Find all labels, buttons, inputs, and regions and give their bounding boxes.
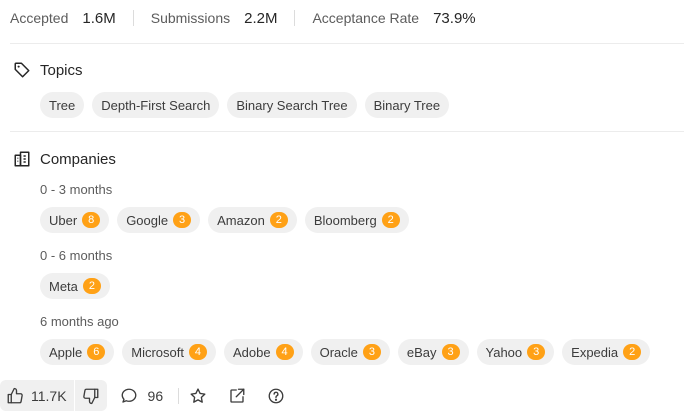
company-name: Oracle bbox=[319, 344, 358, 360]
stat-value: 2.2M bbox=[244, 9, 278, 27]
frequency-badge: 3 bbox=[527, 344, 546, 360]
star-icon bbox=[189, 387, 207, 405]
company-name: Amazon bbox=[217, 212, 265, 228]
company-name: Google bbox=[126, 212, 169, 228]
section-divider bbox=[10, 131, 684, 132]
section-divider bbox=[10, 43, 684, 44]
share-button[interactable] bbox=[228, 387, 246, 405]
topic-tag[interactable]: Binary Search Tree bbox=[227, 92, 357, 118]
companies-header[interactable]: Companies bbox=[12, 149, 116, 169]
frequency-badge: 4 bbox=[188, 344, 207, 360]
company-tag[interactable]: Amazon 2 bbox=[208, 207, 297, 233]
company-name: Apple bbox=[49, 344, 83, 360]
company-name: Uber bbox=[49, 212, 78, 228]
company-tag[interactable]: Meta 2 bbox=[40, 273, 110, 299]
tag-icon bbox=[12, 60, 32, 80]
frequency-badge: 6 bbox=[87, 344, 106, 360]
stat-accepted: Accepted 1.6M bbox=[10, 10, 116, 27]
company-name: Microsoft bbox=[131, 344, 184, 360]
frequency-badge: 2 bbox=[381, 212, 400, 228]
vote-group: 11.7K bbox=[0, 380, 107, 411]
comment-icon bbox=[120, 387, 138, 405]
company-tag[interactable]: Yahoo 3 bbox=[476, 339, 555, 365]
company-name: Bloomberg bbox=[313, 212, 377, 228]
divider bbox=[132, 10, 134, 26]
stat-label: Accepted bbox=[10, 10, 69, 26]
stat-label: Acceptance Rate bbox=[312, 10, 420, 26]
frequency-badge: 8 bbox=[82, 212, 101, 228]
topic-tags: Tree Depth-First Search Binary Search Tr… bbox=[40, 92, 457, 118]
period-label: 0 - 6 months bbox=[40, 248, 113, 263]
frequency-badge: 3 bbox=[173, 212, 192, 228]
topics-header[interactable]: Topics bbox=[12, 60, 83, 80]
company-tag[interactable]: Oracle 3 bbox=[310, 339, 390, 365]
frequency-badge: 2 bbox=[269, 212, 288, 228]
share-icon bbox=[228, 387, 246, 405]
company-name: Adobe bbox=[232, 344, 271, 360]
company-tags: Apple 6 Microsoft 4 Adobe 4 Oracle 3 eBay 3 Y… bbox=[40, 339, 658, 365]
company-tags: Meta 2 bbox=[40, 273, 118, 299]
help-button[interactable] bbox=[267, 387, 285, 405]
company-name: Yahoo bbox=[485, 344, 523, 360]
frequency-badge: 4 bbox=[275, 344, 294, 360]
company-tag[interactable]: Bloomberg 2 bbox=[304, 207, 409, 233]
stat-label: Submissions bbox=[150, 10, 231, 26]
period-label: 0 - 3 months bbox=[40, 182, 113, 197]
frequency-badge: 2 bbox=[82, 278, 101, 294]
divider bbox=[294, 10, 296, 26]
company-tag[interactable]: Microsoft 4 bbox=[122, 339, 216, 365]
period-label: 6 months ago bbox=[40, 314, 119, 329]
frequency-badge: 3 bbox=[441, 344, 460, 360]
company-tag[interactable]: Adobe 4 bbox=[223, 339, 303, 365]
topic-tag[interactable]: Depth-First Search bbox=[92, 92, 220, 118]
downvote-button[interactable] bbox=[75, 380, 107, 411]
problem-info-panel: Accepted 1.6M Submissions 2.2M Acceptanc… bbox=[0, 0, 684, 411]
company-name: Meta bbox=[49, 278, 78, 294]
frequency-badge: 3 bbox=[362, 344, 381, 360]
company-tag[interactable]: Apple 6 bbox=[40, 339, 115, 365]
stat-value: 1.6M bbox=[82, 9, 116, 27]
frequency-badge: 2 bbox=[623, 344, 642, 360]
company-name: eBay bbox=[406, 344, 437, 360]
building-icon bbox=[12, 149, 32, 169]
thumbs-up-icon bbox=[6, 387, 24, 405]
company-tags: Uber 8 Google 3 Amazon 2 Bloomberg 2 bbox=[40, 207, 417, 233]
favorite-button[interactable] bbox=[189, 387, 207, 405]
help-icon bbox=[267, 387, 285, 405]
topic-tag[interactable]: Tree bbox=[40, 92, 85, 118]
company-tag[interactable]: eBay 3 bbox=[397, 339, 469, 365]
stat-submissions: Submissions 2.2M bbox=[151, 10, 278, 27]
company-tag[interactable]: Expedia 2 bbox=[562, 339, 651, 365]
topic-tag[interactable]: Binary Tree bbox=[364, 92, 450, 118]
companies-title: Companies bbox=[40, 150, 116, 168]
thumbs-down-icon bbox=[82, 387, 100, 405]
bottom-toolbar: 11.7K 96 bbox=[0, 380, 285, 411]
upvote-button[interactable]: 11.7K bbox=[0, 380, 74, 411]
like-count: 11.7K bbox=[31, 387, 67, 404]
stats-row: Accepted 1.6M Submissions 2.2M Acceptanc… bbox=[10, 8, 476, 28]
topics-title: Topics bbox=[40, 61, 83, 79]
company-tag[interactable]: Google 3 bbox=[117, 207, 201, 233]
company-tag[interactable]: Uber 8 bbox=[40, 207, 110, 233]
divider bbox=[178, 387, 180, 404]
comments-button[interactable]: 96 bbox=[120, 387, 164, 405]
company-name: Expedia bbox=[571, 344, 619, 360]
stat-value: 73.9% bbox=[433, 9, 476, 27]
comment-count: 96 bbox=[147, 387, 164, 404]
stat-acceptance-rate: Acceptance Rate 73.9% bbox=[312, 10, 475, 27]
